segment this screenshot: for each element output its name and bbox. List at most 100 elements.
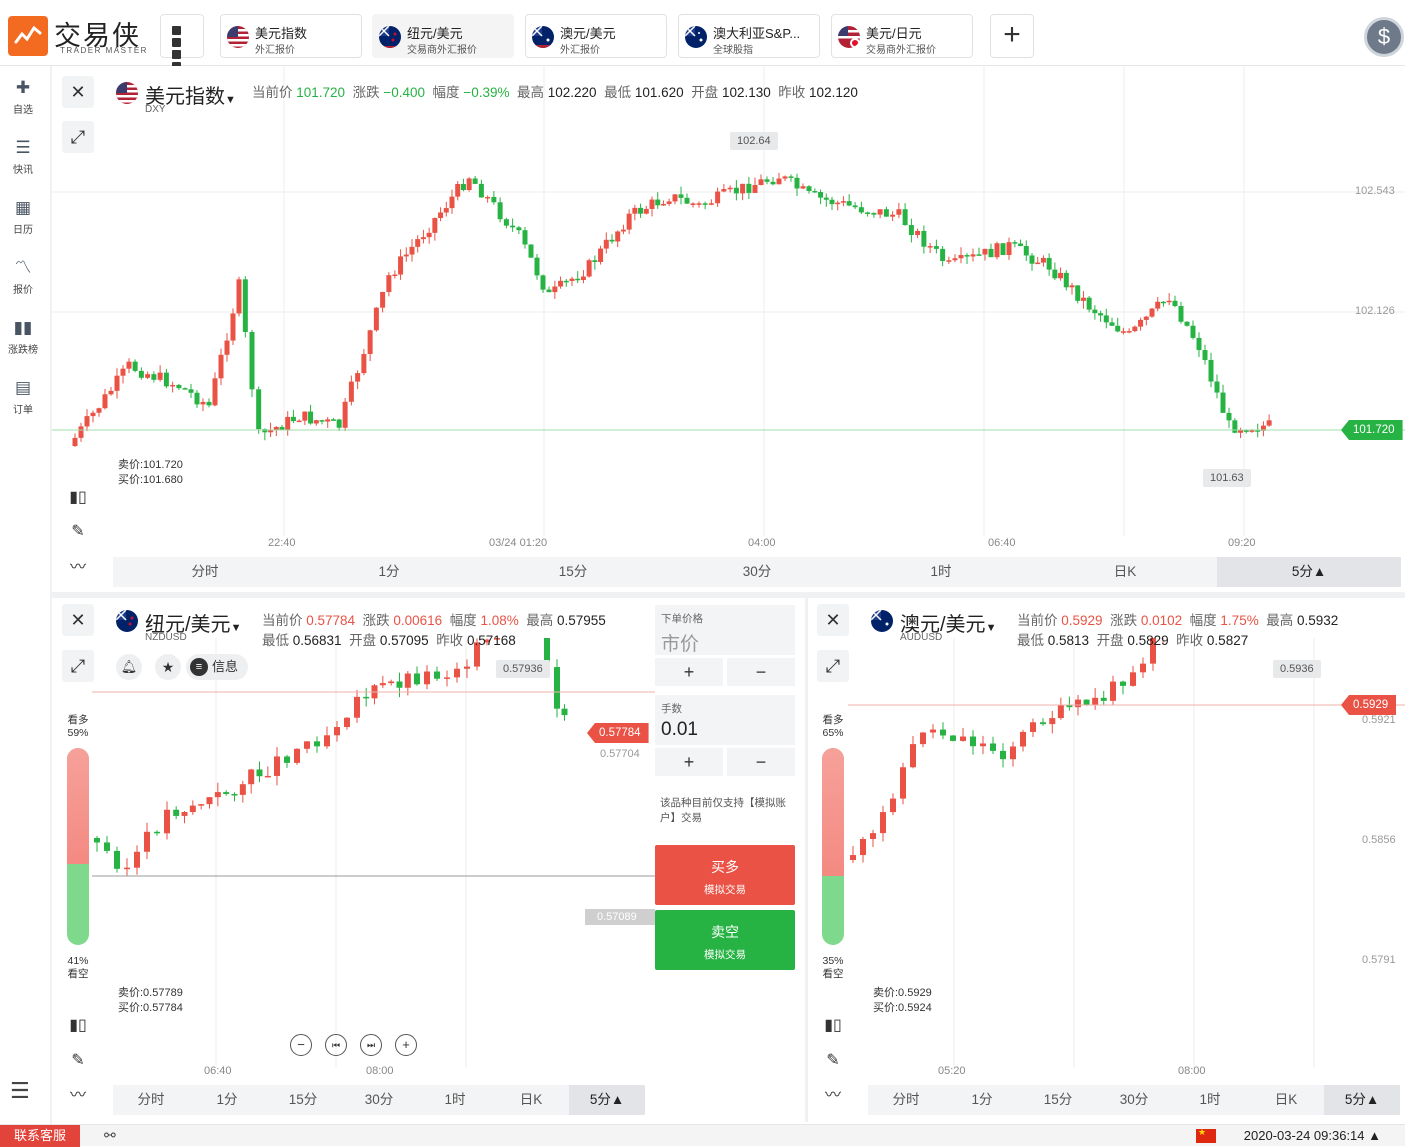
candle-body: [188, 389, 194, 393]
candle-type-icon[interactable]: ▮▯: [62, 1010, 94, 1042]
draw-pen-icon[interactable]: ✎: [817, 1045, 849, 1077]
indicator-icon[interactable]: 〰: [62, 1080, 94, 1112]
bid-price: 卖价:0.5929: [873, 987, 932, 999]
candle-body: [294, 748, 300, 763]
candle-body: [198, 804, 205, 806]
tf-button[interactable]: 1分: [189, 1085, 265, 1115]
candle-body: [132, 361, 138, 371]
tf-button-selected[interactable]: 5分▲: [569, 1085, 645, 1115]
tab-audusd[interactable]: 澳元/美元 外汇报价: [525, 14, 667, 58]
candle-body: [330, 419, 336, 421]
candle-body: [230, 313, 236, 341]
candle-body: [344, 717, 350, 728]
scroll-end-icon[interactable]: ⏭: [360, 1034, 382, 1056]
scroll-start-icon[interactable]: ⏮: [325, 1034, 347, 1056]
tf-button[interactable]: 日K: [1033, 557, 1217, 587]
lot-minus-button[interactable]: −: [727, 748, 795, 776]
tf-button[interactable]: 分时: [113, 1085, 189, 1115]
candle-body: [324, 735, 330, 747]
candle-type-icon[interactable]: ▮▯: [62, 482, 94, 514]
layout-grid-button[interactable]: [160, 14, 204, 71]
sidebar-item-label: 订单: [13, 405, 33, 416]
candle-body: [534, 257, 540, 276]
dxy-candle-chart[interactable]: [52, 66, 1405, 536]
tf-button[interactable]: 1时: [849, 557, 1033, 587]
candle-body: [516, 227, 522, 231]
candle-body: [206, 797, 213, 805]
long-short-ratio-bar: [822, 748, 844, 945]
menu-icon[interactable]: ☰: [10, 1078, 36, 1104]
expand-icon[interactable]: ⤢: [62, 650, 94, 682]
indicator-icon[interactable]: 〰: [62, 552, 94, 584]
sidebar-item-news[interactable]: ☰ 快讯: [0, 138, 46, 176]
tf-button[interactable]: 15分: [265, 1085, 341, 1115]
candle-body: [1226, 412, 1232, 421]
tf-button[interactable]: 15分: [481, 557, 665, 587]
candle-body: [758, 179, 764, 185]
candle-body: [1083, 699, 1090, 705]
tf-button[interactable]: 30分: [1096, 1085, 1172, 1115]
tf-button[interactable]: 15分: [1020, 1085, 1096, 1115]
price-plus-button[interactable]: +: [655, 658, 723, 686]
sidebar-item-watchlist[interactable]: ✚ 自选: [0, 78, 46, 116]
candle-body: [296, 420, 302, 423]
short-pct: 35%: [822, 955, 844, 967]
quote-label: 昨收: [436, 633, 464, 648]
tf-button[interactable]: 30分: [341, 1085, 417, 1115]
tab-asx[interactable]: 澳大利亚S&P... 全球股指: [678, 14, 820, 58]
sidebar-item-calendar[interactable]: ▦ 日历: [0, 198, 46, 236]
tf-button[interactable]: 1分: [944, 1085, 1020, 1115]
tf-button[interactable]: 30分: [665, 557, 849, 587]
zoom-in-icon[interactable]: +: [395, 1034, 417, 1056]
tf-button[interactable]: 日K: [1248, 1085, 1324, 1115]
tf-button-selected[interactable]: 5分▲: [1324, 1085, 1400, 1115]
lot-plus-button[interactable]: +: [655, 748, 723, 776]
candle-type-icon[interactable]: ▮▯: [817, 1010, 849, 1042]
tf-button[interactable]: 分时: [868, 1085, 944, 1115]
indicator-icon[interactable]: 〰: [817, 1080, 849, 1112]
close-panel-button[interactable]: ✕: [62, 76, 94, 108]
customer-service-button[interactable]: 联系客服: [0, 1125, 80, 1147]
sidebar-item-orders[interactable]: ▤ 订单: [0, 378, 46, 416]
buy-long-button[interactable]: 买多 模拟交易: [655, 845, 795, 905]
sell-short-button[interactable]: 卖空 模拟交易: [655, 910, 795, 970]
order-lot-box[interactable]: 手数 0.01: [655, 695, 795, 745]
tf-button[interactable]: 1时: [417, 1085, 493, 1115]
close-panel-button[interactable]: ✕: [62, 604, 94, 636]
max-price-bubble: 0.5936: [1273, 660, 1321, 678]
candle-body: [554, 667, 560, 709]
star-icon[interactable]: ★: [155, 654, 181, 680]
tf-button[interactable]: 1分: [297, 557, 481, 587]
zoom-out-icon[interactable]: −: [290, 1034, 312, 1056]
sidebar-item-quotes[interactable]: 〽报价: [0, 258, 46, 296]
tf-button[interactable]: 分时: [113, 557, 297, 587]
candle-body: [108, 390, 114, 395]
quote-chart-icon: 〽: [14, 258, 32, 277]
tf-button-selected[interactable]: 5分▲: [1217, 557, 1401, 587]
quote-label: 幅度: [449, 613, 477, 628]
dollar-account-icon[interactable]: $: [1364, 17, 1404, 57]
candle-body: [472, 178, 478, 184]
candle-body: [776, 178, 782, 185]
draw-pen-icon[interactable]: ✎: [62, 516, 94, 548]
candle-body: [950, 735, 956, 741]
order-price-box[interactable]: 下单价格 市价: [655, 605, 795, 655]
tab-dxy[interactable]: 美元指数 外汇报价: [220, 14, 362, 58]
sidebar-item-ranking[interactable]: ▮▮ 涨跌榜: [0, 318, 46, 356]
tab-usdjpy[interactable]: 美元/日元 交易商外汇报价: [831, 14, 973, 58]
tf-button[interactable]: 日K: [493, 1085, 569, 1115]
tab-nzdusd[interactable]: 纽元/美元 交易商外汇报价: [372, 14, 514, 58]
tf-button[interactable]: 1时: [1172, 1085, 1248, 1115]
logo[interactable]: 交易侠 TRADER MASTER: [8, 14, 148, 58]
add-tab-button[interactable]: +: [990, 14, 1034, 58]
expand-icon[interactable]: ⤢: [817, 650, 849, 682]
expand-icon[interactable]: ⤢: [62, 121, 94, 153]
connection-icon[interactable]: ⚯: [104, 1127, 116, 1144]
close-panel-button[interactable]: ✕: [817, 604, 849, 636]
price-minus-button[interactable]: −: [727, 658, 795, 686]
draw-pen-icon[interactable]: ✎: [62, 1045, 94, 1077]
bell-icon[interactable]: 🔔︎: [116, 654, 142, 680]
candle-body: [1035, 262, 1041, 265]
candle-body: [770, 181, 776, 185]
info-button[interactable]: ≡ 信息: [186, 654, 248, 680]
